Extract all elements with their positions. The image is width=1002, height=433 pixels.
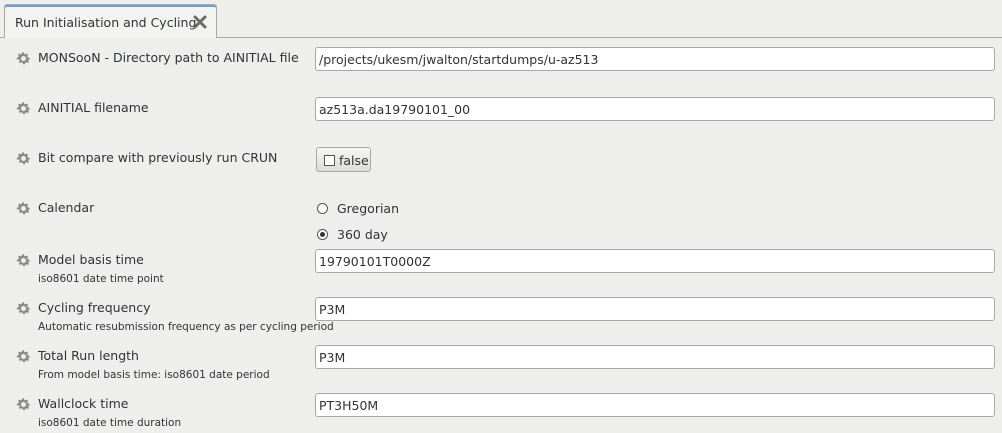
run-length-input[interactable]: P3M [315,345,995,369]
radio-selected-icon [317,229,328,240]
basis-time-description: iso8601 date time point [38,273,164,285]
ainitial-dir-input[interactable]: /projects/ukesm/jwalton/startdumps/u-az5… [315,47,995,71]
tab-bar: Run Initialisation and Cycling [0,0,1002,38]
ainitial-dir-label: MONSooN - Directory path to AINITIAL fil… [38,50,299,65]
bit-compare-value: false [339,153,369,168]
basis-time-input[interactable]: 19790101T0000Z [315,249,995,273]
wallclock-input[interactable]: PT3H50M [315,393,995,417]
wallclock-label: Wallclock time [38,396,129,411]
gear-icon[interactable] [15,200,32,217]
bit-compare-label: Bit compare with previously run CRUN [38,150,278,165]
gear-icon[interactable] [15,50,32,67]
cycling-freq-label: Cycling frequency [38,300,151,315]
ainitial-file-input[interactable]: az513a.da19790101_00 [315,97,995,121]
bit-compare-toggle[interactable]: false [316,147,371,172]
gear-icon[interactable] [15,100,32,117]
tab-label: Run Initialisation and Cycling [15,15,197,30]
settings-panel: MONSooN - Directory path to AINITIAL fil… [0,38,1002,433]
radio-gregorian-label: Gregorian [337,201,400,216]
run-length-label: Total Run length [38,348,139,363]
tab-run-initialisation[interactable]: Run Initialisation and Cycling [4,4,217,38]
run-length-description: From model basis time: iso8601 date peri… [38,369,270,381]
gear-icon[interactable] [15,150,32,167]
close-icon[interactable] [192,14,208,30]
gear-icon[interactable] [15,348,32,365]
calendar-label: Calendar [38,200,95,215]
gear-icon[interactable] [15,300,32,317]
basis-time-label: Model basis time [38,252,144,267]
wallclock-description: iso8601 date time duration [38,417,182,429]
radio-button-icon [317,203,328,214]
ainitial-file-label: AINITIAL filename [38,100,149,115]
cycling-freq-description: Automatic resubmission frequency as per … [38,321,334,333]
cycling-freq-input[interactable]: P3M [315,297,995,321]
gear-icon[interactable] [15,252,32,269]
gear-icon[interactable] [15,396,32,413]
checkbox-icon [324,155,335,166]
radio-360-day-label: 360 day [337,227,388,242]
